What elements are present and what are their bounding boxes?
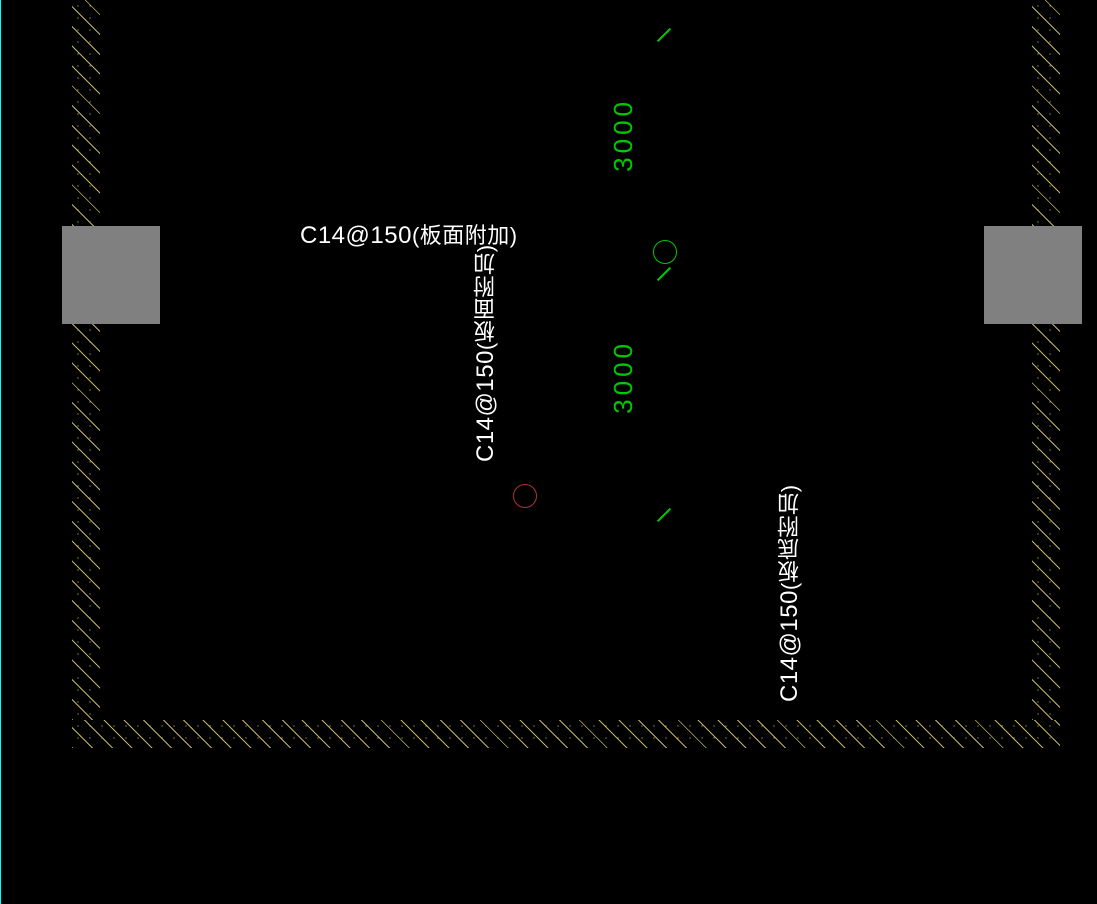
column-pier-left bbox=[63, 227, 159, 323]
wall-right-hatch bbox=[1032, 0, 1060, 720]
label-rebar-bottom-text: C14@150 bbox=[776, 590, 803, 702]
label-rebar-vertical-note: (板面附加) bbox=[473, 244, 498, 350]
label-rebar-horizontal-text: C14@150 bbox=[300, 222, 412, 249]
cad-viewport[interactable]: C14@150(板面附加) C14@150(板面附加) C14@150(板底附加… bbox=[0, 0, 1097, 904]
dim-value-bottom: 3000 bbox=[608, 340, 639, 414]
dim-value-top: 3000 bbox=[608, 98, 639, 172]
dim-tick-bottom bbox=[655, 506, 673, 524]
label-rebar-bottom: C14@150(板底附加) bbox=[774, 502, 806, 702]
rebar-end-marker-vertical bbox=[513, 484, 537, 508]
dim-tick-mid bbox=[655, 265, 673, 283]
label-rebar-horizontal-note: (板面附加) bbox=[412, 223, 518, 248]
axis-vertical-cyan-left bbox=[0, 0, 1, 904]
wall-left-hatch bbox=[72, 0, 100, 720]
dim-origin-marker bbox=[653, 240, 677, 264]
label-rebar-vertical-text: C14@150 bbox=[472, 350, 499, 462]
label-rebar-vertical: C14@150(板面附加) bbox=[470, 262, 502, 462]
wall-bottom-hatch bbox=[72, 720, 1060, 748]
label-rebar-bottom-note: (板底附加) bbox=[777, 484, 802, 590]
column-pier-right bbox=[985, 227, 1081, 323]
dim-tick-top bbox=[655, 26, 673, 44]
